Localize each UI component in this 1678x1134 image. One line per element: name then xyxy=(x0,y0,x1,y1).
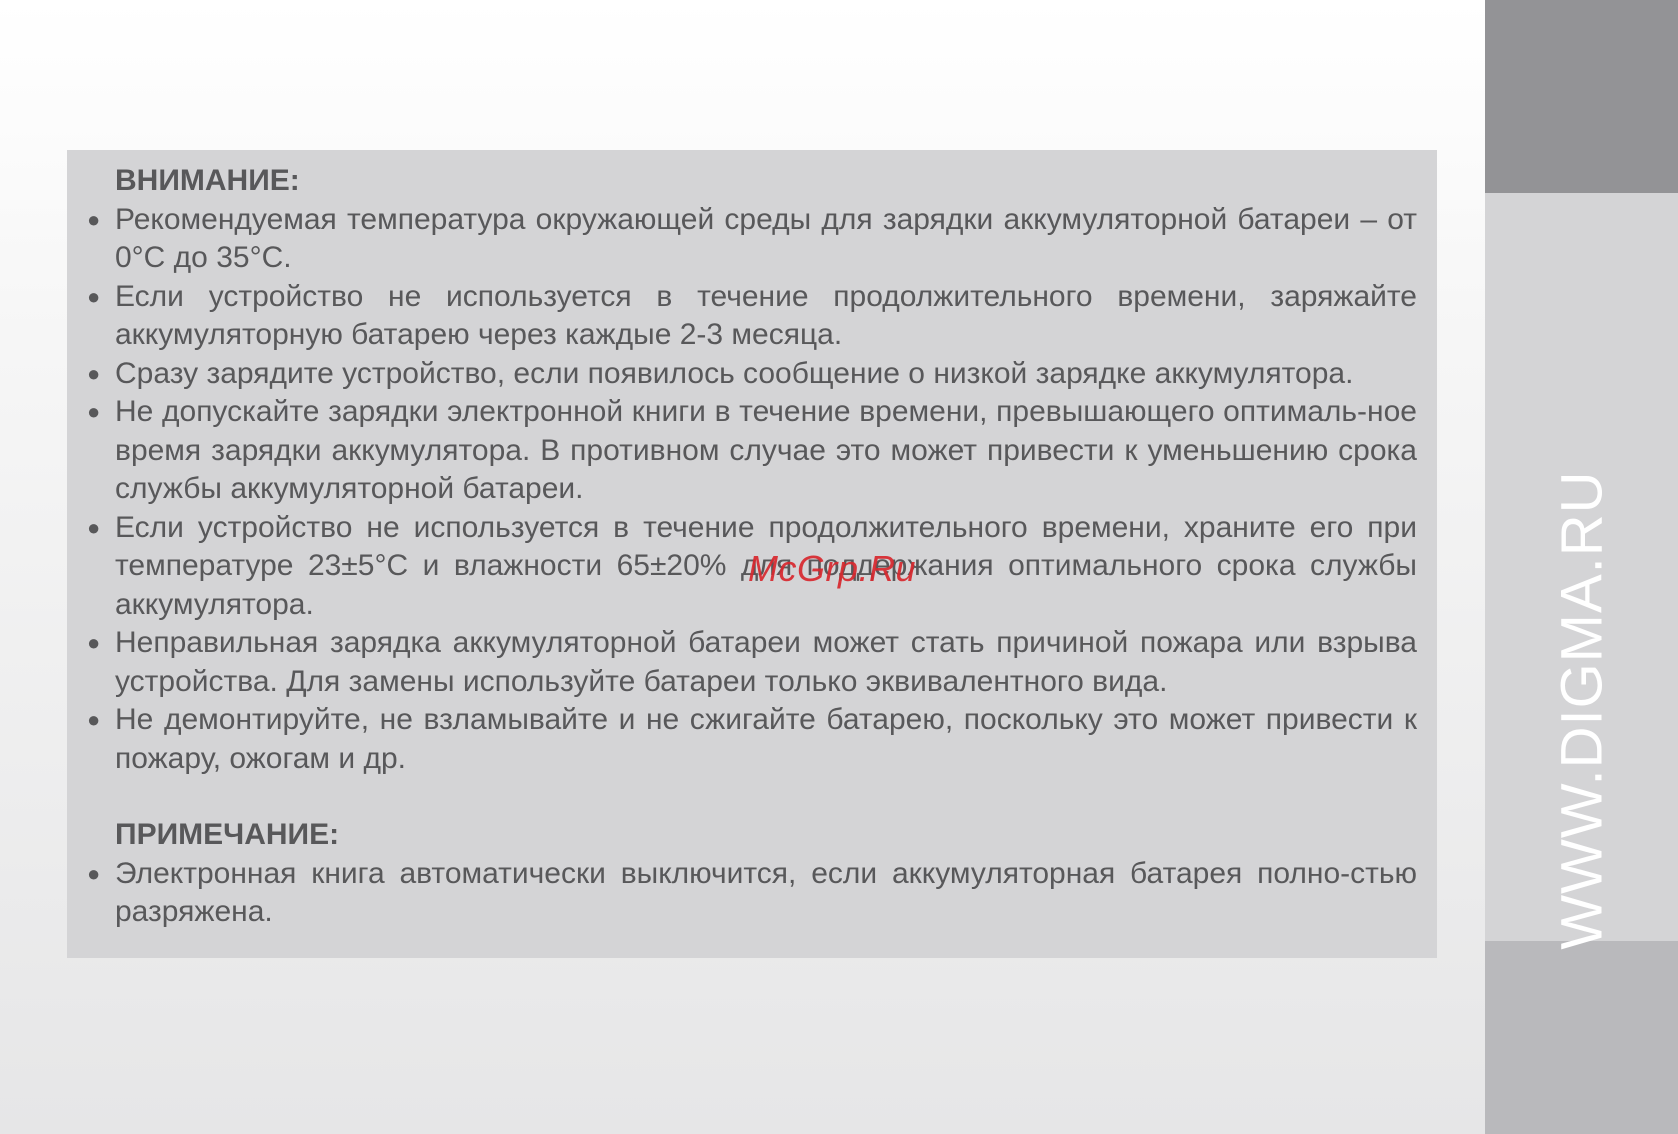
bullet-icon: ● xyxy=(87,206,101,232)
bullet-icon: ● xyxy=(87,514,101,540)
warning-item: ● Неправильная зарядка аккумуляторной бат… xyxy=(87,624,1417,701)
warning-item-text: Не допускайте зарядки электронной книги … xyxy=(115,395,1417,505)
warning-title: ВНИМАНИЕ: xyxy=(115,164,300,197)
side-band: WWW.DIGMA.RU xyxy=(1485,0,1678,1134)
bullet-icon: ● xyxy=(87,707,101,732)
warning-item-text: Неправильная зарядка аккумуляторной бата… xyxy=(115,626,1417,698)
bullet-icon: ● xyxy=(87,360,101,386)
warning-item-text: Рекомендуемая температура окружающей сре… xyxy=(115,202,1417,275)
warning-item-text: Не демонтируйте, не взламывайте и не сжи… xyxy=(115,703,1417,775)
bullet-icon: ● xyxy=(87,283,101,309)
watermark-text: McGrp.Ru xyxy=(748,548,917,589)
bullet-icon: ● xyxy=(87,630,101,655)
side-band-top xyxy=(1485,0,1678,193)
bullet-icon: ● xyxy=(87,399,101,424)
warning-item: ● Не допускайте зарядки электронной книги… xyxy=(87,393,1417,509)
warning-item: ● Если устройство не используется в течен… xyxy=(87,278,1417,355)
warning-list: ● Рекомендуемая температура окружающей ср… xyxy=(87,201,1417,779)
site-url: WWW.DIGMA.RU xyxy=(1549,470,1615,950)
note-item-text: Электронная книга автоматически выключит… xyxy=(115,856,1417,929)
bullet-icon: ● xyxy=(87,860,101,886)
note-item: ● Электронная книга автоматически выключи… xyxy=(87,855,1417,932)
side-band-bottom xyxy=(1485,941,1678,1134)
warning-item-text: Если устройство не используется в течени… xyxy=(115,279,1417,352)
note-list: ● Электронная книга автоматически выключи… xyxy=(87,855,1417,932)
warning-item: ● Сразу зарядите устройство, если появило… xyxy=(87,355,1417,394)
manual-page: ВНИМАНИЕ: ● Рекомендуемая температура окр… xyxy=(0,0,1485,1134)
warning-item-text: Сразу зарядите устройство, если появилос… xyxy=(115,356,1354,390)
warning-item: ● Не демонтируйте, не взламывайте и не сж… xyxy=(87,701,1417,778)
note-title: ПРИМЕЧАНИЕ: xyxy=(115,818,340,851)
warning-item: ● Рекомендуемая температура окружающей ср… xyxy=(87,201,1417,278)
